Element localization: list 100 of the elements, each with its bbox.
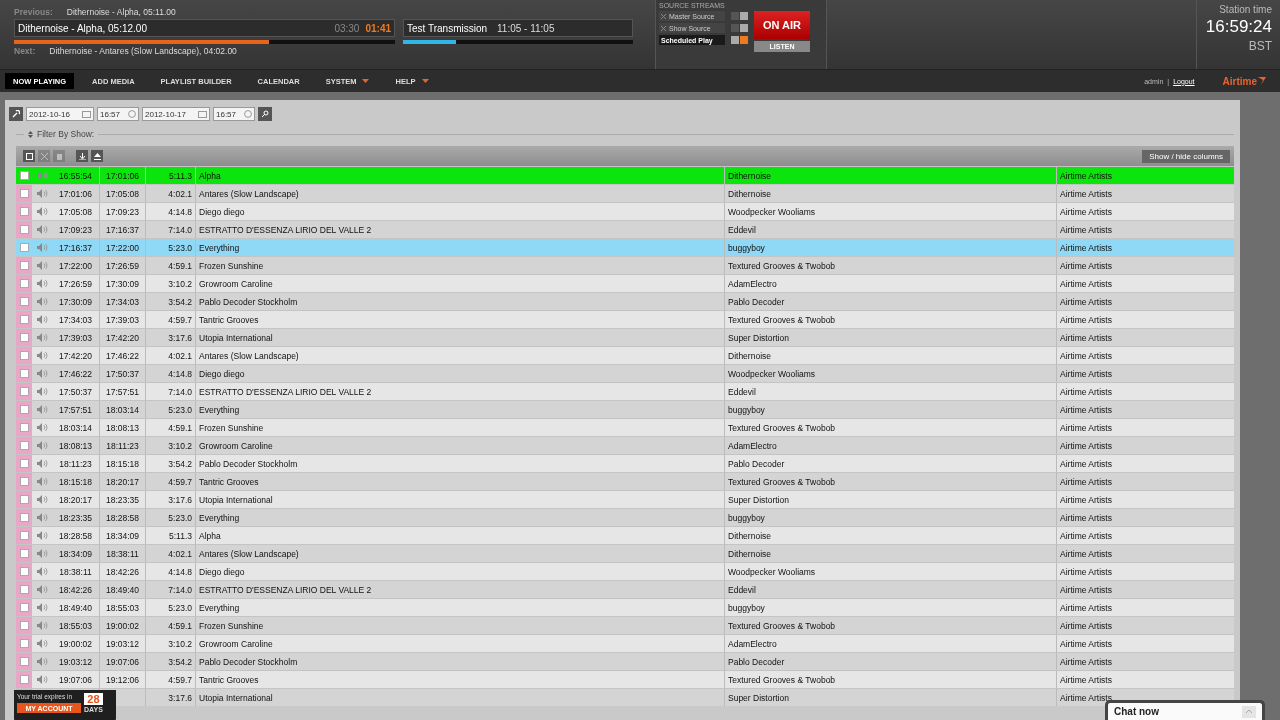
playlist-row[interactable]: 17:05:08 17:09:23 4:14.8 Diego diego Woodpecker Wooliams Airtime Artists [16, 202, 1234, 220]
calendar-icon[interactable] [198, 110, 207, 118]
playlist-row[interactable]: 18:38:11 18:42:26 4:14.8 Diego diego Woodpecker Wooliams Airtime Artists [16, 562, 1234, 580]
eject-button[interactable] [91, 150, 103, 162]
row-checkbox[interactable] [19, 495, 29, 504]
playlist-row[interactable]: 19:00:02 19:03:12 3:10.2 Growroom Caroline AdamElectro Airtime Artists [16, 634, 1234, 652]
speaker-icon[interactable] [36, 585, 48, 594]
speaker-icon[interactable] [36, 171, 48, 180]
speaker-icon[interactable] [36, 459, 48, 468]
chat-widget[interactable]: Chat now [1105, 700, 1265, 720]
row-checkbox[interactable] [19, 351, 29, 360]
speaker-icon[interactable] [36, 279, 48, 288]
start-time-field[interactable]: 16:57 [97, 107, 139, 121]
filter-by-show-label[interactable]: Filter By Show: [37, 129, 95, 139]
playlist-row[interactable]: 18:20:17 18:23:35 3:17.6 Utopia International Super Distortion Airtime Artists [16, 490, 1234, 508]
wrench-button[interactable] [9, 107, 23, 121]
close-icon[interactable] [661, 13, 666, 19]
speaker-icon[interactable] [36, 369, 48, 378]
select-button[interactable] [23, 150, 35, 162]
playlist-row[interactable]: 17:39:03 17:42:20 3:17.6 Utopia International Super Distortion Airtime Artists [16, 328, 1234, 346]
playlist-row[interactable]: 18:08:13 18:11:23 3:10.2 Growroom Caroline AdamElectro Airtime Artists [16, 436, 1234, 454]
playlist-row[interactable]: 17:50:37 17:57:51 7:14.0 ESTRATTO D'ESSENZA LIRIO DEL VALLE 2 Eddevil Airtime Artists [16, 382, 1234, 400]
expand-icon[interactable] [28, 130, 33, 138]
source-switch[interactable] [731, 24, 748, 32]
speaker-icon[interactable] [36, 207, 48, 216]
speaker-icon[interactable] [36, 405, 48, 414]
playlist-row[interactable]: 18:11:23 18:15:18 3:54.2 Pablo Decoder Stockholm Pablo Decoder Airtime Artists [16, 454, 1234, 472]
row-checkbox[interactable] [19, 657, 29, 666]
row-checkbox[interactable] [19, 477, 29, 486]
row-checkbox[interactable] [19, 639, 29, 648]
row-checkbox[interactable] [19, 171, 29, 180]
row-checkbox[interactable] [19, 405, 29, 414]
playlist-row[interactable]: 17:01:06 17:05:08 4:02.1 Antares (Slow Landscape) Dithernoise Airtime Artists [16, 184, 1234, 202]
speaker-icon[interactable] [36, 621, 48, 630]
playlist-row[interactable]: 18:49:40 18:55:03 5:23.0 Everything buggyboy Airtime Artists [16, 598, 1234, 616]
row-checkbox[interactable] [19, 297, 29, 306]
speaker-icon[interactable] [36, 387, 48, 396]
row-checkbox[interactable] [19, 369, 29, 378]
end-date-field[interactable]: 2012-10-17 [142, 107, 210, 121]
playlist-row[interactable]: 17:42:20 17:46:22 4:02.1 Antares (Slow Landscape) Dithernoise Airtime Artists [16, 346, 1234, 364]
calendar-icon[interactable] [82, 110, 91, 118]
speaker-icon[interactable] [36, 603, 48, 612]
expand-icon[interactable] [1242, 705, 1256, 718]
row-checkbox[interactable] [19, 225, 29, 234]
playlist-row[interactable]: 18:03:14 18:08:13 4:59.1 Frozen Sunshine Textured Grooves & Twobob Airtime Artists [16, 418, 1234, 436]
row-checkbox[interactable] [19, 387, 29, 396]
row-checkbox[interactable] [19, 189, 29, 198]
search-button[interactable] [258, 107, 272, 121]
jump-button[interactable] [76, 150, 88, 162]
row-checkbox[interactable] [19, 513, 29, 522]
row-checkbox[interactable] [19, 207, 29, 216]
playlist-row[interactable]: 17:09:23 17:16:37 7:14.0 ESTRATTO D'ESSENZA LIRIO DEL VALLE 2 Eddevil Airtime Artists [16, 220, 1234, 238]
source-switch[interactable] [731, 36, 748, 44]
end-time-field[interactable]: 16:57 [213, 107, 255, 121]
playlist-row[interactable]: 17:34:03 17:39:03 4:59.7 Tantric Grooves Textured Grooves & Twobob Airtime Artists [16, 310, 1234, 328]
start-date-field[interactable]: 2012-10-16 [26, 107, 94, 121]
playlist-row[interactable]: 18:34:09 18:38:11 4:02.1 Antares (Slow Landscape) Dithernoise Airtime Artists [16, 544, 1234, 562]
row-checkbox[interactable] [19, 531, 29, 540]
speaker-icon[interactable] [36, 495, 48, 504]
speaker-icon[interactable] [36, 567, 48, 576]
speaker-icon[interactable] [36, 189, 48, 198]
row-checkbox[interactable] [19, 603, 29, 612]
row-checkbox[interactable] [19, 585, 29, 594]
speaker-icon[interactable] [36, 261, 48, 270]
speaker-icon[interactable] [36, 477, 48, 486]
playlist-row[interactable]: 19:03:12 19:07:06 3:54.2 Pablo Decoder Stockholm Pablo Decoder Airtime Artists [16, 652, 1234, 670]
speaker-icon[interactable] [36, 657, 48, 666]
speaker-icon[interactable] [36, 639, 48, 648]
show-hide-columns-button[interactable]: Show / hide columns [1142, 149, 1230, 163]
row-checkbox[interactable] [19, 243, 29, 252]
playlist-row[interactable]: 18:15:18 18:20:17 4:59.7 Tantric Grooves Textured Grooves & Twobob Airtime Artists [16, 472, 1234, 490]
playlist-row[interactable]: 17:57:51 18:03:14 5:23.0 Everything buggyboy Airtime Artists [16, 400, 1234, 418]
speaker-icon[interactable] [36, 441, 48, 450]
playlist-row[interactable]: 18:55:03 19:00:02 4:59.1 Frozen Sunshine Textured Grooves & Twobob Airtime Artists [16, 616, 1234, 634]
speaker-icon[interactable] [36, 549, 48, 558]
row-checkbox[interactable] [19, 315, 29, 324]
playlist-row[interactable]: 18:42:26 18:49:40 7:14.0 ESTRATTO D'ESSENZA LIRIO DEL VALLE 2 Eddevil Airtime Artists [16, 580, 1234, 598]
row-checkbox[interactable] [19, 423, 29, 432]
close-icon[interactable] [661, 25, 666, 31]
row-checkbox[interactable] [19, 549, 29, 558]
speaker-icon[interactable] [36, 531, 48, 540]
speaker-icon[interactable] [36, 513, 48, 522]
row-checkbox[interactable] [19, 279, 29, 288]
speaker-icon[interactable] [36, 333, 48, 342]
playlist-row[interactable]: 17:46:22 17:50:37 4:14.8 Diego diego Woodpecker Wooliams Airtime Artists [16, 364, 1234, 382]
row-checkbox[interactable] [19, 333, 29, 342]
playlist-row[interactable]: 19:07:06 19:12:06 4:59.7 Tantric Grooves Textured Grooves & Twobob Airtime Artists [16, 670, 1234, 688]
playlist-row[interactable]: 17:16:37 17:22:00 5:23.0 Everything buggyboy Airtime Artists [16, 238, 1234, 256]
playlist-row[interactable]: 17:26:59 17:30:09 3:10.2 Growroom Caroline AdamElectro Airtime Artists [16, 274, 1234, 292]
clock-icon[interactable] [244, 110, 252, 118]
speaker-icon[interactable] [36, 225, 48, 234]
speaker-icon[interactable] [36, 423, 48, 432]
speaker-icon[interactable] [36, 243, 48, 252]
playlist-row[interactable]: 16:55:54 17:01:06 5:11.3 Alpha Dithernoise Airtime Artists [16, 166, 1234, 184]
speaker-icon[interactable] [36, 315, 48, 324]
playlist-row[interactable]: 17:30:09 17:34:03 3:54.2 Pablo Decoder Stockholm Pablo Decoder Airtime Artists [16, 292, 1234, 310]
row-checkbox[interactable] [19, 261, 29, 270]
row-checkbox[interactable] [19, 567, 29, 576]
on-air-button[interactable]: ON AIR [754, 11, 810, 39]
speaker-icon[interactable] [36, 297, 48, 306]
